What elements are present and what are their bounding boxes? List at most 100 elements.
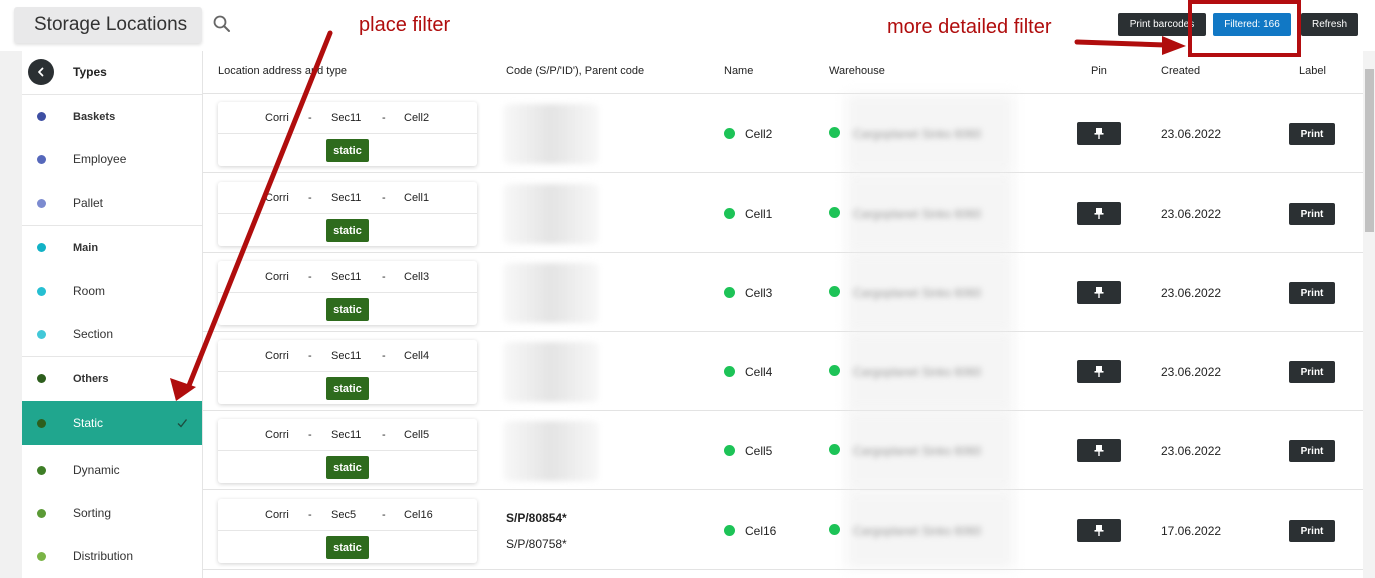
location-address-card[interactable]: Corri - Sec11 - Cell4 static — [218, 340, 477, 404]
location-name: Cel16 — [745, 524, 777, 538]
created-date: 23.06.2022 — [1161, 127, 1222, 141]
cell-label: Cell2 — [404, 112, 430, 124]
sidebar-item-distribution[interactable]: Distribution — [22, 534, 202, 578]
pin-icon — [1094, 128, 1104, 139]
warehouse-status-dot — [829, 286, 840, 297]
pin-button[interactable] — [1077, 439, 1121, 462]
pin-button[interactable] — [1077, 360, 1121, 383]
warehouse-name: Cargoplanet Sinks 6060 — [853, 365, 982, 379]
corridor-label: Corri — [265, 112, 289, 124]
sidebar-item-sorting[interactable]: Sorting — [22, 491, 202, 535]
sidebar-item-main[interactable]: Main — [22, 225, 202, 269]
sidebar-item-label: Employee — [73, 152, 127, 166]
section-label: Sec11 — [331, 350, 362, 362]
table-row[interactable]: Corri - Sec11 - Cell5 static Cell5 Cargoplanet … — [203, 411, 1363, 490]
print-label-button[interactable]: Print — [1289, 440, 1335, 462]
pin-button[interactable] — [1077, 281, 1121, 304]
warehouse-status-dot — [829, 524, 840, 535]
location-name: Cell5 — [745, 444, 773, 458]
corridor-label: Corri — [265, 192, 289, 204]
type-color-dot — [37, 418, 46, 428]
sidebar-item-dynamic[interactable]: Dynamic — [22, 448, 202, 492]
sidebar-item-section[interactable]: Section — [22, 312, 202, 356]
print-label-button[interactable]: Print — [1289, 203, 1335, 225]
warehouse-name: Cargoplanet Sinks 6060 — [853, 524, 982, 538]
corridor-label: Corri — [265, 429, 289, 441]
created-date: 23.06.2022 — [1161, 365, 1222, 379]
warehouse-name: Cargoplanet Sinks 6060 — [853, 444, 982, 458]
location-name: Cell1 — [745, 207, 773, 221]
left-gutter — [0, 51, 22, 578]
location-address-card[interactable]: Corri - Sec11 - Cell5 static — [218, 419, 477, 483]
separator: - — [308, 192, 312, 204]
location-address-card[interactable]: Corri - Sec11 - Cell1 static — [218, 182, 477, 246]
cell-label: Cell1 — [404, 192, 430, 204]
type-badge: static — [326, 298, 369, 321]
column-header-pin[interactable]: Pin — [1091, 65, 1107, 77]
print-label-button[interactable]: Print — [1289, 361, 1335, 383]
sidebar-item-label: Room — [73, 284, 106, 298]
type-color-dot — [37, 198, 46, 208]
location-address-card[interactable]: Corri - Sec11 - Cell2 static — [218, 102, 477, 166]
table-row[interactable]: Corri - Sec11 - Cell1 static Cell1 Cargoplanet … — [203, 174, 1363, 253]
arrowhead-detailed-filter — [1162, 36, 1186, 55]
print-label-button[interactable]: Print — [1289, 520, 1335, 542]
separator: - — [382, 112, 386, 124]
column-header-code[interactable]: Code (S/P/'ID'), Parent code — [506, 65, 644, 77]
table-row[interactable]: Corri - Sec11 - Cell3 static Cell3 Cargoplanet … — [203, 253, 1363, 332]
print-label-button[interactable]: Print — [1289, 282, 1335, 304]
separator: - — [382, 350, 386, 362]
chevron-left-icon — [38, 67, 44, 77]
type-color-dot — [37, 508, 46, 518]
address-parts: Corri - Sec11 - Cell4 — [218, 340, 477, 372]
column-header-name[interactable]: Name — [724, 65, 753, 77]
location-address-card[interactable]: Corri - Sec5 - Cel16 static — [218, 499, 477, 563]
address-parts: Corri - Sec11 - Cell1 — [218, 182, 477, 214]
sidebar-title: Types — [73, 65, 107, 79]
sidebar-item-room[interactable]: Room — [22, 269, 202, 313]
column-header-warehouse[interactable]: Warehouse — [829, 65, 885, 77]
sidebar-item-label: Main — [73, 241, 99, 254]
sidebar-item-baskets[interactable]: Baskets — [22, 94, 202, 138]
address-parts: Corri - Sec5 - Cel16 — [218, 499, 477, 531]
sidebar-item-others[interactable]: Others — [22, 356, 202, 400]
type-color-dot — [37, 243, 46, 252]
created-date: 23.06.2022 — [1161, 207, 1222, 221]
name-status-dot — [724, 366, 735, 377]
separator: - — [308, 271, 312, 283]
location-name: Cell4 — [745, 365, 773, 379]
print-label-button[interactable]: Print — [1289, 123, 1335, 145]
sidebar-item-static[interactable]: Static — [22, 401, 202, 445]
address-parts: Corri - Sec11 - Cell5 — [218, 419, 477, 451]
scrollbar-thumb[interactable] — [1365, 69, 1374, 232]
pin-button[interactable] — [1077, 202, 1121, 225]
type-color-dot — [37, 551, 46, 561]
column-header-created[interactable]: Created — [1161, 65, 1200, 77]
refresh-button[interactable]: Refresh — [1301, 13, 1358, 36]
pin-icon — [1094, 208, 1104, 219]
cell-label: Cel16 — [404, 509, 433, 521]
location-address-card[interactable]: Corri - Sec11 - Cell3 static — [218, 261, 477, 325]
type-badge: static — [326, 139, 369, 162]
search-icon[interactable] — [212, 14, 232, 34]
column-header-label[interactable]: Label — [1299, 65, 1326, 77]
corridor-label: Corri — [265, 350, 289, 362]
pin-button[interactable] — [1077, 122, 1121, 145]
separator: - — [308, 509, 312, 521]
location-name: Cell3 — [745, 286, 773, 300]
redacted-code — [503, 263, 599, 323]
pin-button[interactable] — [1077, 519, 1121, 542]
table-row[interactable]: Corri - Sec5 - Cel16 static S/P/80854* S/P/8075… — [203, 491, 1363, 570]
table-row[interactable]: Corri - Sec11 - Cell4 static Cell4 Cargoplanet … — [203, 332, 1363, 411]
type-color-dot — [37, 329, 46, 339]
redacted-code — [503, 184, 599, 244]
separator: - — [382, 509, 386, 521]
sidebar-item-pallet[interactable]: Pallet — [22, 181, 202, 225]
name-status-dot — [724, 525, 735, 536]
table-row[interactable]: Corri - Sec11 - Cell2 static Cell2 Cargoplanet … — [203, 94, 1363, 173]
back-button[interactable] — [28, 59, 54, 85]
created-date: 23.06.2022 — [1161, 286, 1222, 300]
sidebar-item-employee[interactable]: Employee — [22, 137, 202, 181]
sidebar-item-label: Section — [73, 327, 114, 341]
column-header-address[interactable]: Location address and type — [218, 65, 347, 77]
